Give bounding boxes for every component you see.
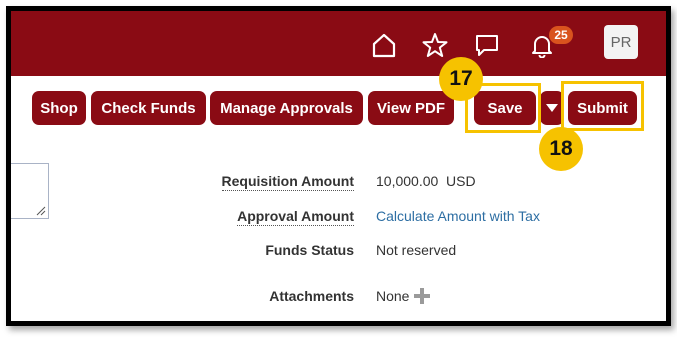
avatar[interactable]: PR (604, 25, 638, 59)
star-icon[interactable] (421, 31, 449, 59)
requisition-amount-value: 10,000.00 USD (376, 173, 476, 189)
attachments-label: Attachments (269, 288, 354, 304)
funds-status-label: Funds Status (265, 242, 354, 258)
step-18-marker: 18 (539, 127, 583, 171)
screenshot-frame: 25 PR Shop Check Funds Manage Approvals … (6, 6, 671, 326)
manage-approvals-button[interactable]: Manage Approvals (210, 91, 363, 125)
submit-highlight (561, 81, 644, 131)
shop-button[interactable]: Shop (32, 91, 86, 125)
home-icon[interactable] (370, 31, 398, 59)
approval-amount-label: Approval Amount (14, 208, 354, 226)
global-header: 25 PR (11, 11, 666, 76)
requisition-amount-label: Requisition Amount (14, 173, 354, 191)
chat-icon[interactable] (473, 31, 501, 59)
caret-down-icon (546, 104, 558, 112)
funds-status-value: Not reserved (376, 242, 457, 258)
step-17-marker: 17 (439, 57, 483, 101)
approval-amount-label-text: Approval Amount (237, 208, 354, 226)
view-pdf-button[interactable]: View PDF (368, 91, 454, 125)
requisition-amount-label-text: Requisition Amount (221, 173, 354, 191)
attachments-value: None (376, 287, 431, 305)
calculate-amount-with-tax-link[interactable]: Calculate Amount with Tax (376, 208, 540, 224)
check-funds-button[interactable]: Check Funds (91, 91, 206, 125)
notification-count-badge: 25 (549, 26, 573, 44)
attachments-none-text: None (376, 288, 410, 304)
add-attachment-icon[interactable] (413, 287, 431, 305)
